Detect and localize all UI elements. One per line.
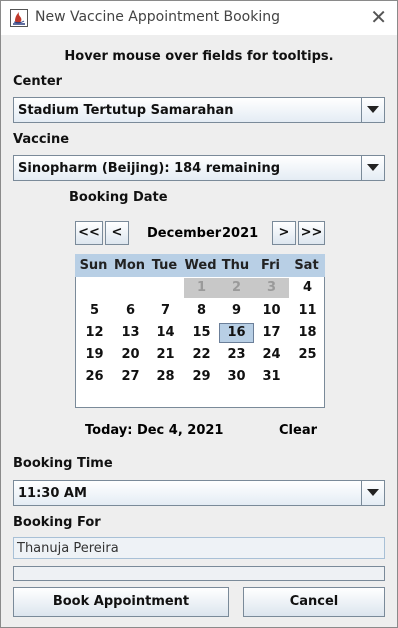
weekday-label: Sat: [294, 258, 319, 273]
center-value: Stadium Tertutup Samarahan: [18, 103, 234, 118]
calendar-day[interactable]: 31: [254, 367, 289, 387]
booking-for-field[interactable]: Thanuja Pereira: [13, 537, 385, 559]
next-year-button[interactable]: >>: [298, 221, 325, 245]
calendar-day[interactable]: 20: [113, 345, 148, 365]
calendar-day[interactable]: 11: [290, 301, 325, 321]
calendar-weekday-header: Sun Mon Tue Wed Thu Fri Sat: [75, 254, 325, 277]
calendar-day[interactable]: 7: [148, 301, 183, 321]
calendar-day[interactable]: 10: [254, 301, 289, 321]
calendar-day[interactable]: 30: [219, 367, 254, 387]
previous-year-button[interactable]: <<: [75, 221, 103, 245]
weekday-label: Mon: [113, 258, 146, 273]
center-combobox[interactable]: Stadium Tertutup Samarahan: [13, 97, 385, 123]
booking-date-label: Booking Date: [69, 190, 168, 205]
chevron-down-icon[interactable]: [361, 98, 384, 122]
chevron-down-icon[interactable]: [361, 481, 384, 505]
calendar-day[interactable]: 17: [254, 323, 289, 343]
progress-bar: [13, 566, 385, 581]
vaccine-value: Sinopharm (Beijing): 184 remaining: [18, 161, 281, 176]
calendar-day: 3: [254, 278, 289, 298]
booking-for-value: Thanuja Pereira: [17, 541, 119, 556]
cancel-button[interactable]: Cancel: [243, 587, 385, 617]
previous-month-button[interactable]: <: [105, 221, 129, 245]
calendar-day[interactable]: 18: [290, 323, 325, 343]
center-label: Center: [13, 74, 63, 89]
calendar-day[interactable]: 22: [184, 345, 219, 365]
calendar-day[interactable]: 28: [148, 367, 183, 387]
calendar-day[interactable]: 15: [184, 323, 219, 343]
calendar-grid: 1 2 3 4 5 6 7 8 9 10 11 12 13 14 15 16 17 18 19 20 21 22 23 24 2…: [75, 277, 325, 408]
calendar-month: December: [147, 226, 222, 241]
booking-time-value: 11:30 AM: [18, 486, 87, 501]
weekday-label: Sun: [79, 258, 108, 273]
booking-dialog: New Vaccine Appointment Booking ✕ Hover …: [0, 0, 398, 628]
calendar-day[interactable]: 29: [184, 367, 219, 387]
title-bar: New Vaccine Appointment Booking ✕: [1, 1, 397, 35]
calendar-day[interactable]: 26: [77, 367, 112, 387]
calendar-day: 1: [184, 278, 219, 298]
next-month-button[interactable]: >: [272, 221, 296, 245]
close-icon[interactable]: ✕: [370, 6, 387, 28]
calendar-day[interactable]: 19: [77, 345, 112, 365]
calendar-day-selected[interactable]: 16: [219, 323, 254, 343]
weekday-label: Wed: [184, 258, 217, 273]
calendar-day[interactable]: 8: [184, 301, 219, 321]
vaccine-label: Vaccine: [13, 132, 70, 147]
weekday-label: Thu: [221, 258, 250, 273]
clear-date-button[interactable]: Clear: [279, 423, 317, 438]
calendar-day[interactable]: 25: [290, 345, 325, 365]
calendar-day[interactable]: 23: [219, 345, 254, 365]
calendar-day[interactable]: 13: [113, 323, 148, 343]
booking-for-label: Booking For: [13, 515, 101, 530]
vaccine-combobox[interactable]: Sinopharm (Beijing): 184 remaining: [13, 155, 385, 181]
calendar-day[interactable]: 21: [148, 345, 183, 365]
calendar-day[interactable]: 9: [219, 301, 254, 321]
calendar-day[interactable]: 24: [254, 345, 289, 365]
book-appointment-button[interactable]: Book Appointment: [13, 587, 229, 617]
booking-time-combobox[interactable]: 11:30 AM: [13, 480, 385, 506]
java-app-icon: [10, 9, 28, 27]
booking-time-label: Booking Time: [13, 456, 113, 471]
weekday-label: Tue: [151, 258, 178, 273]
calendar-day[interactable]: 5: [77, 301, 112, 321]
calendar-day[interactable]: 4: [290, 278, 325, 298]
chevron-down-icon[interactable]: [361, 156, 384, 180]
today-link[interactable]: Today: Dec 4, 2021: [85, 423, 223, 438]
window-title: New Vaccine Appointment Booking: [35, 9, 280, 25]
calendar-day[interactable]: 27: [113, 367, 148, 387]
calendar-year: 2021: [222, 226, 259, 241]
calendar-day[interactable]: 14: [148, 323, 183, 343]
calendar-day[interactable]: 12: [77, 323, 112, 343]
calendar-day[interactable]: 6: [113, 301, 148, 321]
calendar-day: 2: [219, 278, 254, 298]
weekday-label: Fri: [261, 258, 280, 273]
tooltip-hint: Hover mouse over fields for tooltips.: [64, 49, 334, 64]
